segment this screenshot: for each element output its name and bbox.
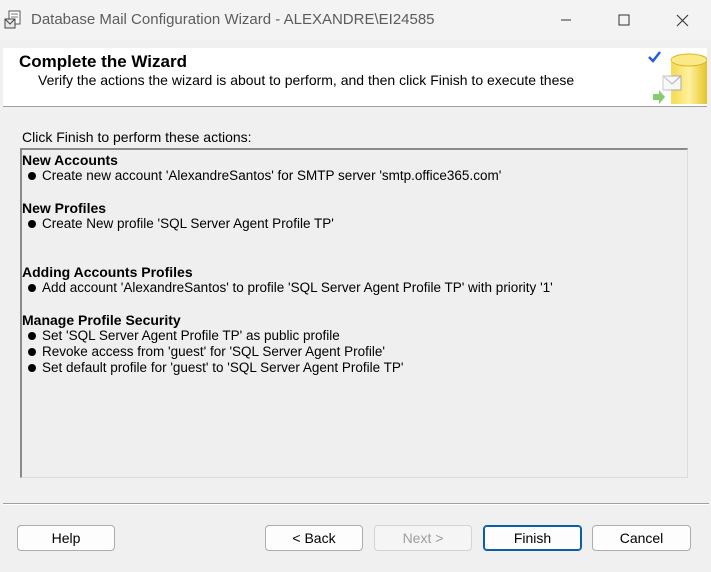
action-item: Create new account 'AlexandreSantos' for… <box>22 168 501 184</box>
database-mail-app-icon <box>4 10 24 30</box>
minimize-button[interactable] <box>537 0 595 40</box>
help-button[interactable]: Help <box>17 525 115 551</box>
bullet-icon <box>28 332 36 340</box>
action-item-text: Create new account 'AlexandreSantos' for… <box>42 168 502 183</box>
bullet-icon <box>28 348 36 356</box>
page-subtitle: Verify the actions the wizard is about t… <box>38 72 575 88</box>
cancel-button[interactable]: Cancel <box>592 525 691 551</box>
next-button[interactable]: Next > <box>374 525 472 551</box>
window-title: Database Mail Configuration Wizard - ALE… <box>31 11 435 28</box>
action-item-text: Add account 'AlexandreSantos' to profile… <box>42 280 553 295</box>
database-mail-banner-icon <box>643 48 708 106</box>
section-new-accounts: New Accounts Create new account 'Alexand… <box>22 152 501 184</box>
action-item: Revoke access from 'guest' for 'SQL Serv… <box>22 344 404 360</box>
section-adding-accounts-profiles: Adding Accounts Profiles Add account 'Al… <box>22 264 553 296</box>
actions-report-box[interactable]: New Accounts Create new account 'Alexand… <box>20 148 688 478</box>
action-item-text: Set default profile for 'guest' to 'SQL … <box>42 360 404 375</box>
title-bar: Database Mail Configuration Wizard - ALE… <box>0 0 711 40</box>
page-title: Complete the Wizard <box>19 52 187 71</box>
bullet-icon <box>28 284 36 292</box>
bullet-icon <box>28 220 36 228</box>
actions-intro-label: Click Finish to perform these actions: <box>22 129 252 145</box>
action-item: Set 'SQL Server Agent Profile TP' as pub… <box>22 328 404 344</box>
finish-button[interactable]: Finish <box>483 525 582 551</box>
action-item: Create New profile 'SQL Server Agent Pro… <box>22 216 334 232</box>
section-heading: New Profiles <box>22 200 107 216</box>
maximize-icon <box>618 14 630 26</box>
section-heading: Adding Accounts Profiles <box>22 264 193 280</box>
footer-separator <box>3 503 709 505</box>
section-manage-profile-security: Manage Profile Security Set 'SQL Server … <box>22 312 404 376</box>
close-button[interactable] <box>653 0 711 40</box>
action-item: Set default profile for 'guest' to 'SQL … <box>22 360 404 376</box>
action-item-text: Revoke access from 'guest' for 'SQL Serv… <box>42 344 385 359</box>
close-icon <box>676 14 688 26</box>
action-item-text: Create New profile 'SQL Server Agent Pro… <box>42 216 334 231</box>
back-button[interactable]: < Back <box>265 525 363 551</box>
action-item: Add account 'AlexandreSantos' to profile… <box>22 280 553 296</box>
bullet-icon <box>28 364 36 372</box>
section-new-profiles: New Profiles Create New profile 'SQL Ser… <box>22 200 334 232</box>
minimize-icon <box>561 19 571 21</box>
bullet-icon <box>28 172 36 180</box>
maximize-button[interactable] <box>595 0 653 40</box>
action-item-text: Set 'SQL Server Agent Profile TP' as pub… <box>42 328 340 343</box>
section-heading: New Accounts <box>22 152 118 168</box>
wizard-header: Complete the Wizard Verify the actions t… <box>3 48 708 107</box>
section-heading: Manage Profile Security <box>22 312 181 328</box>
